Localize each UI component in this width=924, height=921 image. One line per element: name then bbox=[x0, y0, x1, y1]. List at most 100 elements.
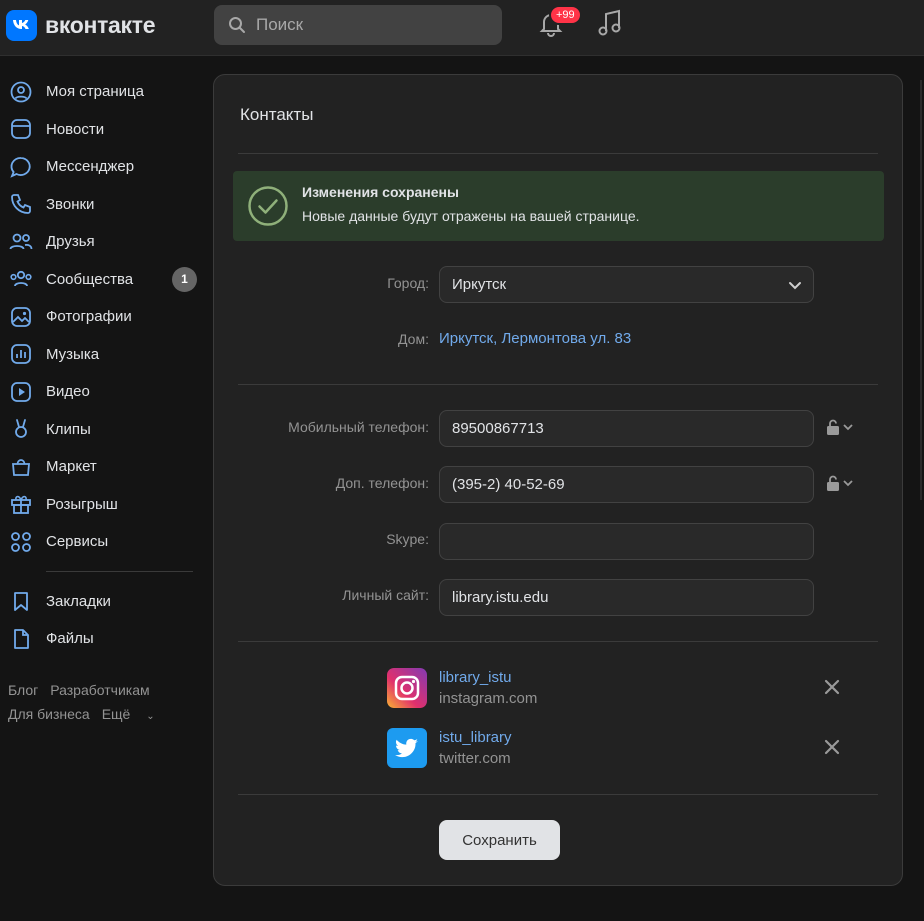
sidebar-item-label: Закладки bbox=[46, 592, 111, 610]
gift-icon bbox=[9, 492, 33, 516]
music-icon bbox=[9, 342, 33, 366]
sidebar-item-label: Розыгрыш bbox=[46, 495, 118, 513]
chevron-down-icon: ⌄ bbox=[146, 710, 155, 722]
extra-phone-input[interactable]: (395-2) 40-52-69 bbox=[439, 466, 814, 503]
news-icon bbox=[9, 117, 33, 141]
sidebar-item-label: Видео bbox=[46, 383, 90, 401]
phone-icon bbox=[9, 192, 33, 216]
divider bbox=[238, 794, 878, 795]
footer-link-business[interactable]: Для бизнеса bbox=[8, 706, 90, 722]
sidebar-item-music[interactable]: Музыка bbox=[0, 336, 210, 374]
skype-input[interactable] bbox=[439, 523, 814, 560]
check-circle-icon bbox=[248, 186, 288, 226]
video-icon bbox=[9, 380, 33, 404]
sidebar-item-label: Новости bbox=[46, 120, 105, 138]
sidebar-item-label: Мессенджер bbox=[46, 158, 135, 176]
vk-logo-icon bbox=[6, 10, 37, 41]
search-placeholder: Поиск bbox=[256, 15, 304, 34]
services-icon bbox=[9, 530, 33, 554]
scrollbar[interactable] bbox=[920, 80, 922, 500]
twitter-account-link[interactable]: istu_library bbox=[439, 729, 512, 746]
privacy-lock-icon[interactable] bbox=[826, 475, 856, 493]
market-icon bbox=[9, 455, 33, 479]
sidebar-item-files[interactable]: Файлы bbox=[0, 620, 210, 658]
search-input[interactable]: Поиск bbox=[214, 5, 502, 45]
mobile-value: 89500867713 bbox=[452, 420, 544, 437]
sidebar-item-label: Музыка bbox=[46, 345, 100, 363]
file-icon bbox=[9, 627, 33, 651]
divider bbox=[238, 153, 878, 154]
sidebar-item-messenger[interactable]: Мессенджер bbox=[0, 148, 210, 186]
privacy-lock-icon[interactable] bbox=[826, 419, 856, 437]
city-select[interactable]: Иркутск bbox=[439, 266, 814, 303]
photo-icon bbox=[9, 305, 33, 329]
extra-phone-value: (395-2) 40-52-69 bbox=[452, 476, 565, 493]
footer-more-label: Ещё bbox=[101, 705, 131, 722]
close-icon[interactable] bbox=[824, 739, 840, 755]
sidebar-item-label: Фотографии bbox=[46, 308, 132, 326]
notifications-badge: +99 bbox=[549, 5, 582, 25]
sidebar-item-label: Сервисы bbox=[46, 533, 109, 551]
sidebar-item-photos[interactable]: Фотографии bbox=[0, 298, 210, 336]
skype-label: Skype: bbox=[386, 531, 429, 547]
contacts-card: Контакты Изменения сохранены Новые данны… bbox=[213, 74, 903, 886]
mobile-phone-input[interactable]: 89500867713 bbox=[439, 410, 814, 447]
top-bar: вконтакте Поиск +99 bbox=[0, 0, 924, 56]
footer-link-developers[interactable]: Разработчикам bbox=[50, 682, 149, 698]
sidebar: Моя страница Новости Мессенджер Звонки Д… bbox=[0, 73, 210, 729]
sidebar-item-communities[interactable]: Сообщества 1 bbox=[0, 261, 210, 299]
instagram-account-link[interactable]: library_istu bbox=[439, 669, 512, 686]
twitter-icon bbox=[387, 728, 427, 768]
sidebar-item-clips[interactable]: Клипы bbox=[0, 411, 210, 449]
chevron-down-icon bbox=[789, 282, 801, 290]
extra-phone-label: Доп. телефон: bbox=[335, 475, 429, 491]
bookmark-icon bbox=[9, 589, 33, 613]
communities-icon bbox=[9, 267, 33, 291]
sidebar-item-label: Друзья bbox=[46, 233, 95, 251]
page-title: Контакты bbox=[240, 105, 314, 124]
save-button[interactable]: Сохранить bbox=[439, 820, 560, 860]
sidebar-item-video[interactable]: Видео bbox=[0, 373, 210, 411]
footer-link-blog[interactable]: Блог bbox=[8, 682, 38, 698]
mobile-label: Мобильный телефон: bbox=[288, 419, 429, 435]
success-banner: Изменения сохранены Новые данные будут о… bbox=[233, 171, 884, 241]
communities-count-badge: 1 bbox=[172, 266, 197, 292]
sidebar-item-label: Моя страница bbox=[46, 83, 144, 101]
sidebar-item-market[interactable]: Маркет bbox=[0, 448, 210, 486]
home-label: Дом: bbox=[398, 331, 429, 347]
footer-link-more[interactable]: Ещё ⌄ bbox=[102, 706, 167, 722]
sidebar-item-my-page[interactable]: Моя страница bbox=[0, 73, 210, 111]
sidebar-item-label: Звонки bbox=[46, 195, 95, 213]
sidebar-item-label: Файлы bbox=[46, 630, 94, 648]
sidebar-item-giveaway[interactable]: Розыгрыш bbox=[0, 486, 210, 524]
city-label: Город: bbox=[387, 275, 429, 291]
instagram-domain: instagram.com bbox=[439, 690, 538, 707]
message-icon bbox=[9, 155, 33, 179]
success-title: Изменения сохранены bbox=[302, 184, 459, 200]
friends-icon bbox=[9, 230, 33, 254]
sidebar-item-label: Клипы bbox=[46, 420, 91, 438]
sidebar-item-label: Сообщества bbox=[46, 270, 134, 288]
sidebar-item-bookmarks[interactable]: Закладки bbox=[0, 583, 210, 621]
site-input[interactable]: library.istu.edu bbox=[439, 579, 814, 616]
sidebar-item-services[interactable]: Сервисы bbox=[0, 523, 210, 561]
search-icon bbox=[229, 17, 245, 33]
success-text: Новые данные будут отражены на вашей стр… bbox=[302, 208, 640, 224]
sidebar-footer: Блог Разработчикам Для бизнеса Ещё ⌄ bbox=[0, 678, 210, 729]
site-label: Личный сайт: bbox=[342, 587, 429, 603]
clips-icon bbox=[9, 417, 33, 441]
close-icon[interactable] bbox=[824, 679, 840, 695]
music-note-icon[interactable] bbox=[597, 9, 623, 37]
vk-logo[interactable]: вконтакте bbox=[6, 10, 156, 41]
twitter-domain: twitter.com bbox=[439, 750, 511, 767]
site-value: library.istu.edu bbox=[452, 589, 549, 606]
sidebar-item-label: Маркет bbox=[46, 458, 97, 476]
divider bbox=[238, 384, 878, 385]
home-link[interactable]: Иркутск, Лермонтова ул. 83 bbox=[439, 330, 631, 347]
sidebar-item-calls[interactable]: Звонки bbox=[0, 186, 210, 224]
user-circle-icon bbox=[9, 80, 33, 104]
divider bbox=[238, 641, 878, 642]
city-value: Иркутск bbox=[452, 276, 507, 293]
sidebar-item-friends[interactable]: Друзья bbox=[0, 223, 210, 261]
sidebar-item-news[interactable]: Новости bbox=[0, 111, 210, 149]
